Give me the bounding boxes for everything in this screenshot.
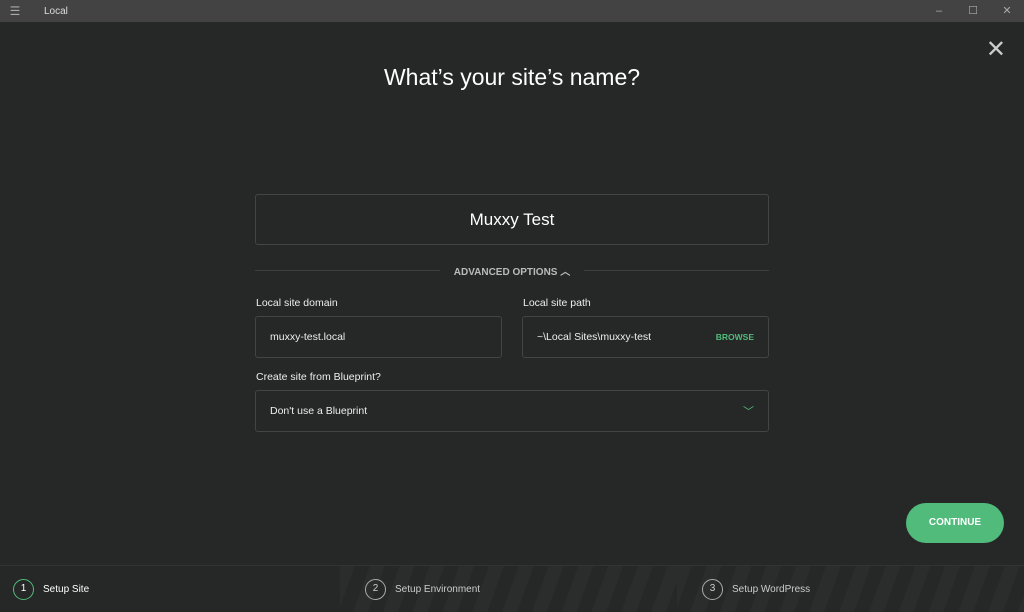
step-setup-site: 1 Setup Site <box>0 566 340 612</box>
step-number: 2 <box>365 578 386 600</box>
close-icon[interactable]: ✕ <box>986 38 1006 62</box>
step-setup-wordpress: 3 Setup WordPress <box>677 566 1024 612</box>
browse-button[interactable]: BROWSE <box>716 332 754 342</box>
domain-input[interactable]: muxxy-test.local <box>255 316 502 358</box>
maximize-button[interactable]: ☐ <box>956 0 990 22</box>
path-value: ~\Local Sites\muxxy-test <box>537 331 652 343</box>
divider <box>255 269 440 271</box>
advanced-options-toggle: ADVANCED OPTIONS ︿ <box>255 262 769 278</box>
domain-label: Local site domain <box>256 297 338 309</box>
path-label: Local site path <box>523 297 591 309</box>
minimize-button[interactable]: – <box>922 0 956 22</box>
chevron-down-icon: ﹀ <box>743 406 754 418</box>
blueprint-label: Create site from Blueprint? <box>256 371 381 383</box>
divider <box>584 269 769 271</box>
step-number: 3 <box>702 578 723 600</box>
title-bar: ☰ Local – ☐ ✕ <box>0 0 1024 22</box>
blueprint-select[interactable]: Don't use a Blueprint ﹀ <box>255 390 769 432</box>
continue-button[interactable]: CONTINUE <box>906 503 1004 543</box>
blueprint-value: Don't use a Blueprint <box>270 405 368 417</box>
window-close-button[interactable]: ✕ <box>990 0 1024 22</box>
step-label: Setup Site <box>43 583 90 595</box>
step-number: 1 <box>13 578 34 600</box>
domain-value: muxxy-test.local <box>270 331 346 343</box>
step-label: Setup Environment <box>395 583 481 595</box>
page-title: What’s your site’s name? <box>383 64 641 90</box>
window-title: Local <box>44 5 68 17</box>
step-label: Setup WordPress <box>732 583 811 595</box>
step-setup-environment: 2 Setup Environment <box>340 566 677 612</box>
step-progress: 1 Setup Site 2 Setup Environment 3 Setup… <box>0 565 1024 612</box>
path-input[interactable]: ~\Local Sites\muxxy-test BROWSE <box>522 316 769 358</box>
site-name-input[interactable]: Muxxy Test <box>255 194 769 245</box>
hamburger-icon[interactable]: ☰ <box>0 4 30 18</box>
advanced-options-button[interactable]: ADVANCED OPTIONS ︿ <box>440 263 585 278</box>
